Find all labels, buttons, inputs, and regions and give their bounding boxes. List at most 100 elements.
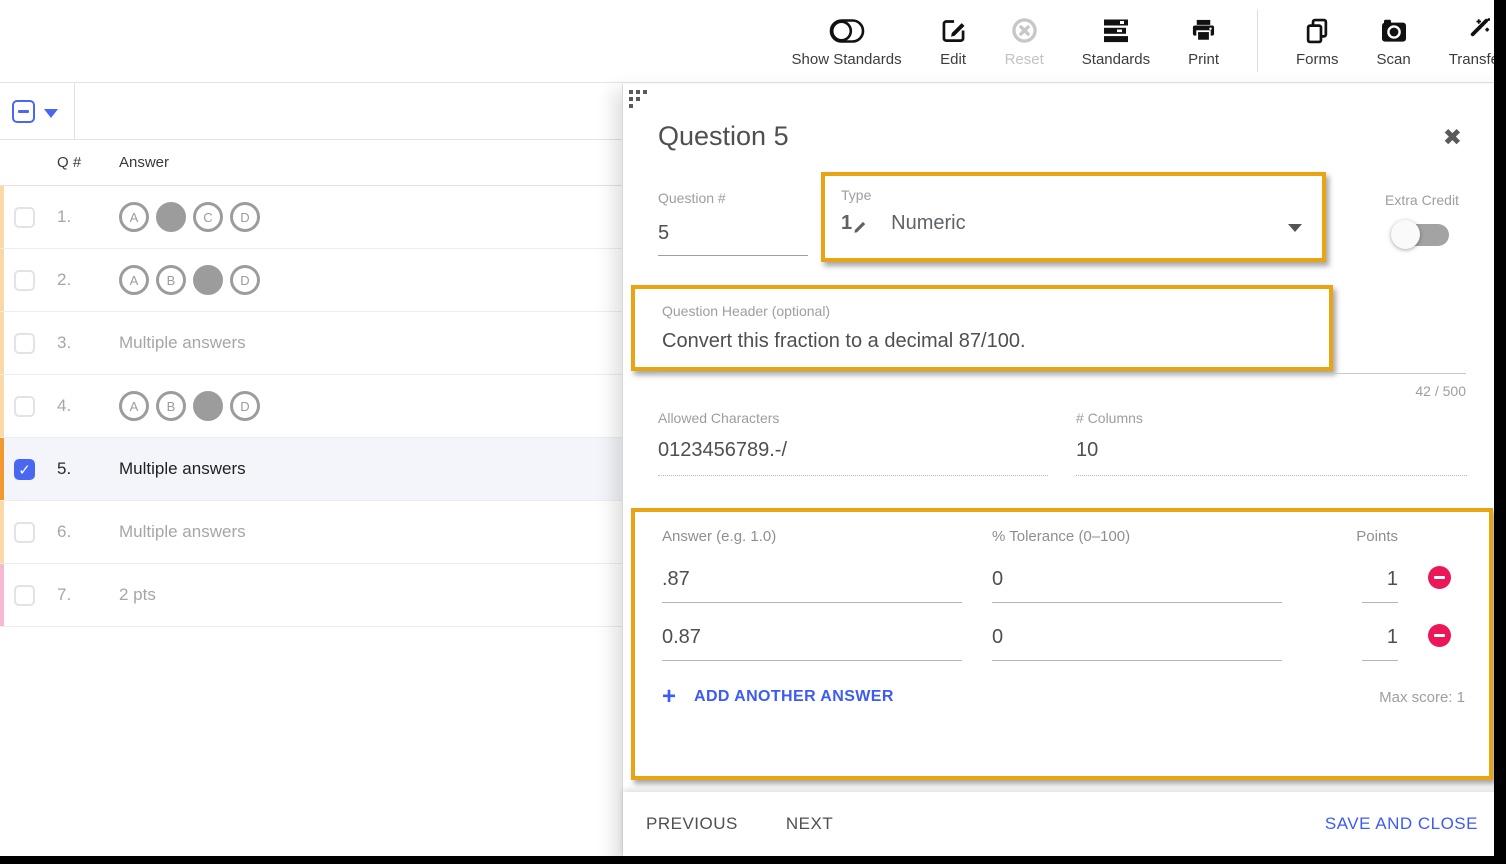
toggle-thumb [1391,220,1420,249]
row-answer-text: Multiple answers [119,459,246,479]
toolbar-button-edit[interactable]: Edit [940,15,967,68]
previous-button[interactable]: PREVIOUS [646,806,738,842]
row-checkbox[interactable]: ✓ [14,459,35,480]
question-number-field[interactable]: Question # 5 [658,190,808,256]
dropdown-caret-icon[interactable] [1288,224,1302,232]
answer-bubble-c[interactable]: C [193,391,223,421]
type-value: Numeric [891,212,965,235]
question-number-label: Question # [658,190,808,206]
allowed-characters-field: Allowed Characters 0123456789.-/ [658,410,1048,476]
answer-bubble-d[interactable]: D [230,202,260,232]
answer-value-input[interactable]: .87 [662,568,962,603]
toolbar-button-forms[interactable]: Forms [1296,15,1339,68]
question-editor-dialog: Question 5 ✖ Question # 5 Type 1 Numeric… [622,84,1506,864]
row-number: 2. [57,270,71,290]
drag-grip-icon[interactable] [629,90,647,111]
answer-bubble-b[interactable]: B [156,202,186,232]
question-header-value[interactable]: Convert this fraction to a decimal 87/10… [662,330,1329,353]
screen-edge [1494,0,1506,864]
row-answer: Multiple answers [119,501,246,563]
add-another-answer-button[interactable]: ADD ANOTHER ANSWER [694,688,894,706]
save-and-close-button[interactable]: SAVE AND CLOSE [1325,806,1478,842]
add-icon[interactable]: + [662,687,676,707]
question-number-value[interactable]: 5 [658,222,808,256]
question-header-field[interactable]: Question Header (optional) Convert this … [631,285,1333,371]
row-checkbox[interactable] [14,522,35,543]
answer-bubble-c[interactable]: C [193,202,223,232]
points-input[interactable]: 1 [1312,626,1398,661]
tolerance-input[interactable]: 0 [992,626,1282,661]
row-answer-text: Multiple answers [119,333,246,353]
row-checkbox[interactable] [14,207,35,228]
table-row[interactable]: 7.2 pts [0,564,622,627]
answer-bubble-c[interactable]: C [193,265,223,295]
row-answer-text: 2 pts [119,585,156,605]
select-all-checkbox[interactable] [12,100,35,123]
type-select[interactable]: Type 1 Numeric [821,172,1326,262]
row-number: 3. [57,333,71,353]
toolbar-divider [1257,10,1258,72]
allowed-characters-label: Allowed Characters [658,410,1048,426]
row-answer-text: Multiple answers [119,522,246,542]
toolbar-button-scan[interactable]: Scan [1377,15,1411,68]
remove-answer-button[interactable] [1428,624,1451,647]
tolerance-input[interactable]: 0 [992,568,1282,603]
num-columns-field: # Columns 10 [1076,410,1467,476]
row-color-stripe [0,249,4,311]
row-answer: Multiple answers [119,312,246,374]
next-button[interactable]: NEXT [786,806,833,842]
toggle-icon [829,15,865,47]
extra-credit-toggle[interactable] [1391,220,1453,250]
answers-section: Answer (e.g. 1.0) % Tolerance (0–100) Po… [631,508,1493,780]
table-row[interactable]: 3. Multiple answers [0,312,622,375]
dialog-title: Question 5 [658,121,789,152]
toolbar-label-standards: Standards [1082,51,1150,68]
answer-bubble-b[interactable]: B [156,265,186,295]
print-icon [1190,15,1217,47]
answer-bubble-a[interactable]: A [119,391,149,421]
column-header-qnum: Q # [57,154,81,171]
close-icon[interactable]: ✖ [1443,124,1462,151]
table-row[interactable]: ✓ 5. Multiple answers [0,438,622,501]
row-answer: 2 pts [119,564,156,626]
row-checkbox[interactable] [14,270,35,291]
select-menu-caret-icon[interactable] [44,109,58,118]
row-checkbox[interactable] [14,333,35,354]
app-window: Show Standards Edit Reset Standards Print For… [0,0,1506,864]
transfer-icon [1463,15,1490,47]
answer-bubble-d[interactable]: D [230,391,260,421]
table-controls-row [0,83,622,140]
row-checkbox[interactable] [14,585,35,606]
answer-bubble-a[interactable]: A [119,202,149,232]
toolbar-button-standards[interactable]: Standards [1082,15,1150,68]
row-answer: Multiple answers [119,438,246,500]
table-row[interactable]: 6. Multiple answers [0,501,622,564]
toolbar-label-show-standards: Show Standards [792,51,902,68]
toolbar-label-reset: Reset [1005,51,1044,68]
row-answer: ABCD [119,186,260,248]
divider [74,83,75,139]
question-rows: 1.ABCD2.ABCD3.Multiple answers4.ABCD✓5.M… [0,186,622,627]
toolbar-button-show-standards[interactable]: Show Standards [792,15,902,68]
table-row[interactable]: 2. ABCD [0,249,622,312]
table-header: Q # Answer [0,140,622,186]
answer-bubble-d[interactable]: D [230,265,260,295]
row-number: 6. [57,522,71,542]
points-input[interactable]: 1 [1312,568,1398,603]
scan-icon [1380,15,1408,47]
row-checkbox[interactable] [14,396,35,417]
question-header-label: Question Header (optional) [662,303,1329,319]
row-color-stripe [0,375,4,437]
remove-answer-button[interactable] [1428,566,1451,589]
answer-bubble-a[interactable]: A [119,265,149,295]
toolbar-button-print[interactable]: Print [1188,15,1219,68]
answers-header-tolerance: % Tolerance (0–100) [992,528,1282,545]
answer-bubble-b[interactable]: B [156,391,186,421]
table-row[interactable]: 4.ABCD [0,375,622,438]
row-number: 5. [57,459,71,479]
row-answer: ABCD [119,249,260,311]
toolbar-button-reset[interactable]: Reset [1005,15,1044,68]
table-row[interactable]: 1.ABCD [0,186,622,249]
answer-value-input[interactable]: 0.87 [662,626,962,661]
character-counter: 42 / 500 [1415,383,1466,399]
